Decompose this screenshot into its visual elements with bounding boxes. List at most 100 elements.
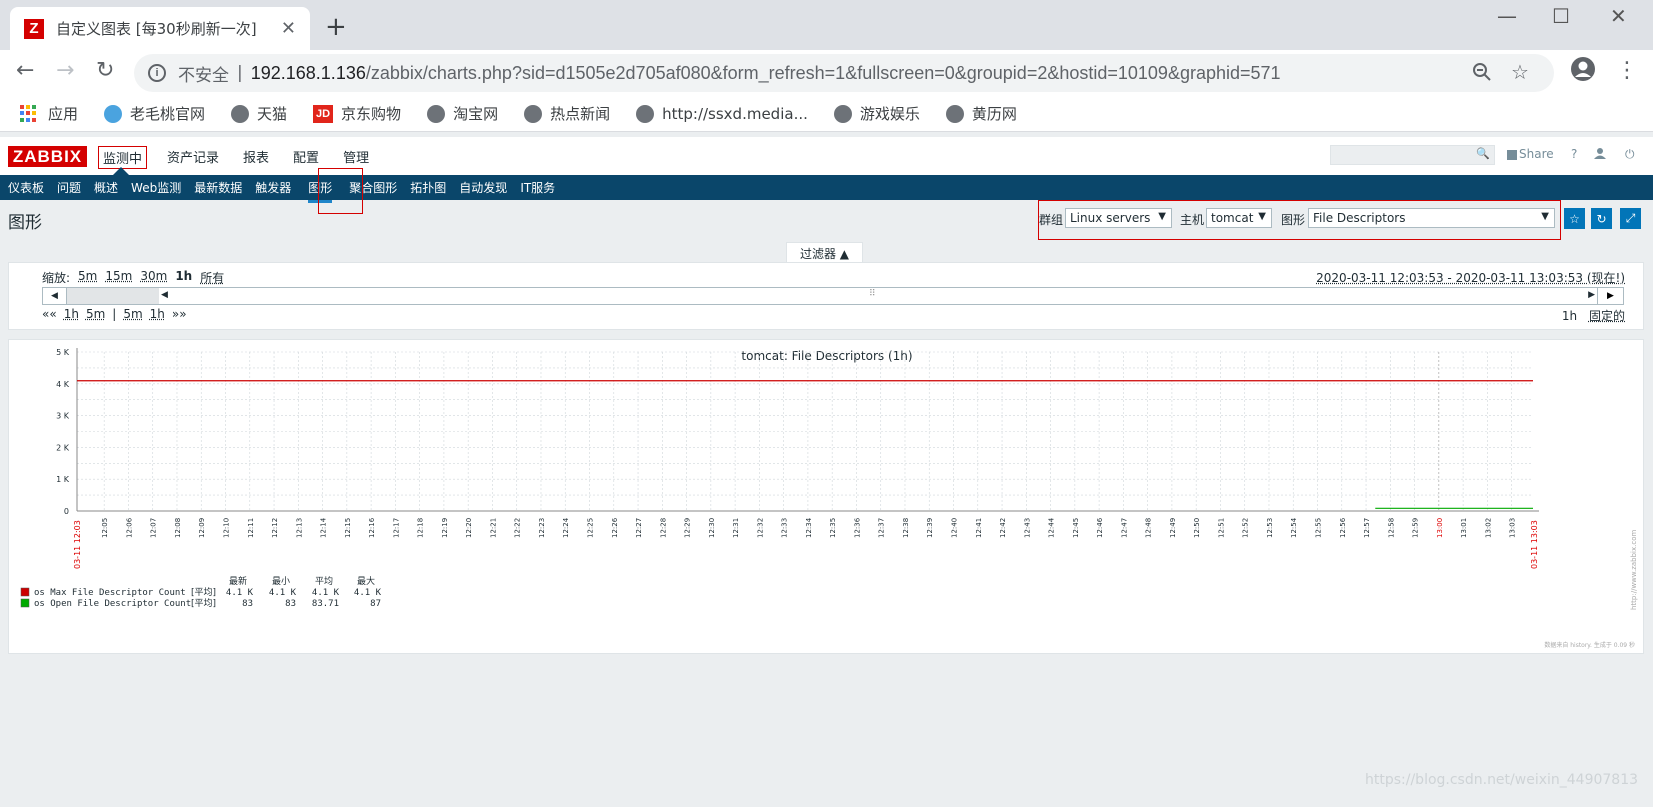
scroll-right-icon[interactable]: ▶ [1597,288,1623,304]
bookmark-tmall[interactable]: 天猫 [231,103,287,124]
sub-maps[interactable]: 拓扑图 [410,179,446,196]
x-tick-label: 12:08 [174,518,182,538]
sub-triggers[interactable]: 触发器 [255,179,291,196]
new-tab-icon[interactable]: + [325,12,347,42]
menu-monitoring[interactable]: 监测中 [98,146,148,169]
file-descriptors-chart[interactable]: tomcat: File Descriptors (1h) 0 1 K 2 K 3 K… [9,340,1645,655]
x-tick-label: 12:19 [441,518,449,538]
x-tick-label: 12:07 [150,518,158,538]
y-tick-label: 3 K [56,412,70,421]
browser-tab[interactable]: Z 自定义图表 [每30秒刷新一次] ✕ [10,7,310,50]
x-tick-label: 12:21 [489,518,497,538]
sub-overview[interactable]: 概述 [94,179,118,196]
user-profile-icon[interactable] [1594,147,1606,162]
menu-inventory[interactable]: 资产记录 [163,146,223,169]
timeline-handle[interactable]: ◀ ⠿ ▶ [159,288,1597,304]
tab-title: 自定义图表 [每30秒刷新一次] [56,20,257,38]
zoom-all[interactable]: 所有 [200,269,224,286]
profile-icon[interactable] [1570,56,1596,88]
legend-value: 83 [285,599,296,609]
host-select[interactable]: tomcat ▼ [1206,208,1272,228]
group-select[interactable]: Linux servers ▼ [1065,208,1172,228]
scroll-left-icon[interactable]: ◀ [43,288,67,304]
bookmark-label: 淘宝网 [453,105,499,123]
timeline-scrollbar[interactable]: ◀ ◀ ⠿ ▶ ▶ [42,287,1624,305]
x-tick-label: 12:14 [320,517,328,538]
window-close-icon[interactable]: ✕ [1610,4,1627,28]
period-value: 1h [1561,309,1578,323]
nav-fwd-5m[interactable]: 5m [123,307,142,321]
x-tick-label: 13:01 [1460,518,1468,538]
x-end-label: 03-11 13:03 [1530,520,1539,569]
sub-web[interactable]: Web监测 [131,179,181,196]
filter-tab[interactable]: 过滤器 ▲ [786,242,863,263]
bookmark-label: 热点新闻 [550,105,611,123]
group-label: 群组 [1039,213,1064,227]
graph-select[interactable]: File Descriptors ▼ [1308,208,1555,228]
handle-left-icon[interactable]: ◀ [161,290,168,300]
tab-close-icon[interactable]: ✕ [281,18,296,39]
sub-latest-data[interactable]: 最新数据 [194,179,242,196]
help-icon[interactable]: ? [1571,147,1577,161]
menu-administration[interactable]: 管理 [339,146,373,169]
sub-dashboard[interactable]: 仪表板 [8,179,44,196]
fixed-toggle[interactable]: 固定的 [1589,309,1625,323]
zabbix-logo[interactable]: ZABBIX [8,146,87,167]
global-search-input[interactable]: 🔍 [1330,145,1495,165]
drag-grip-icon[interactable]: ⠿ [869,289,876,299]
sub-discovery[interactable]: 自动发现 [459,179,507,196]
bookmark-label: 黄历网 [971,105,1017,123]
back-icon[interactable]: ← [16,58,34,83]
bookmark-star-icon[interactable]: ☆ [1511,60,1529,84]
x-tick-label: 12:47 [1120,518,1128,538]
side-url: http://www.zabbix.com [1630,530,1638,610]
nav-back-5m[interactable]: 5m [86,307,105,321]
x-tick-label: 12:13 [295,518,303,538]
x-tick-label: 12:18 [417,518,425,538]
fullscreen-icon[interactable]: ⤢ [1620,208,1641,229]
nav-back-1h[interactable]: 1h [64,307,79,321]
bookmark-calendar[interactable]: 黄历网 [945,103,1017,124]
forward-icon[interactable]: → [56,58,74,83]
minimize-icon[interactable]: — [1497,4,1517,28]
bookmark-games[interactable]: 游戏娱乐 [833,103,920,124]
x-tick-label: 12:30 [708,518,716,538]
bookmark-ssxd[interactable]: http://ssxd.media... [636,104,808,123]
favorite-star-icon[interactable]: ☆ [1564,208,1585,229]
nav-fwd-1h[interactable]: 1h [150,307,165,321]
globe-icon [104,104,123,123]
zoom-15m[interactable]: 15m [105,269,132,286]
x-tick-label: 13:00 [1436,518,1444,538]
bookmark-apps[interactable]: 应用 [20,103,78,124]
zoom-out-icon[interactable] [1472,62,1492,87]
zoom-5m[interactable]: 5m [78,269,97,286]
refresh-icon[interactable]: ↻ [1591,208,1612,229]
bookmark-laomaotao[interactable]: 老毛桃官网 [104,103,205,124]
share-link[interactable]: Share [1507,147,1554,161]
sub-problems[interactable]: 问题 [57,179,81,196]
x-tick-label: 12:25 [587,518,595,538]
x-tick-label: 12:09 [198,518,206,538]
handle-right-icon[interactable]: ▶ [1588,290,1595,300]
menu-kebab-icon[interactable]: ⋮ [1616,58,1638,83]
bookmark-news[interactable]: 热点新闻 [524,103,610,124]
bookmark-taobao[interactable]: 淘宝网 [427,103,498,124]
reload-icon[interactable]: ↻ [96,58,114,83]
info-icon[interactable]: i [148,64,166,82]
zoom-30m[interactable]: 30m [140,269,167,286]
legend-header: 最小 [272,576,290,587]
nav-fwd-far[interactable]: »» [172,307,187,321]
search-icon[interactable]: 🔍 [1476,147,1490,160]
legend-value: 4.1 K [354,588,382,598]
maximize-icon[interactable]: ☐ [1552,4,1570,28]
sub-it-services[interactable]: IT服务 [520,179,555,196]
bookmark-jd[interactable]: JD 京东购物 [313,103,401,124]
omnibox[interactable]: i 不安全 | 192.168.1.136 /zabbix/charts.php… [134,54,1554,92]
x-tick-label: 12:53 [1266,518,1274,538]
nav-back-far[interactable]: «« [42,307,57,321]
menu-reports[interactable]: 报表 [239,146,273,169]
sign-out-icon[interactable]: ⏻ [1625,147,1635,162]
zoom-1h[interactable]: 1h [175,269,192,286]
bookmark-label: 天猫 [257,105,288,123]
menu-configuration[interactable]: 配置 [289,146,323,169]
